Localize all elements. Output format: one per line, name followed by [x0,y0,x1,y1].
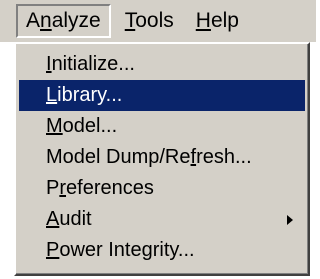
menu-item-preferences-label: Preferences [46,177,154,199]
menu-item-power-integrity[interactable]: Power Integrity... [19,235,305,266]
menu-item-model[interactable]: Model... [19,111,305,142]
menu-item-power-integrity-label: Power Integrity... [46,239,195,261]
app-screen: Analyze Tools Help Initialize... Library… [0,0,316,279]
menu-item-library-label: Library... [46,84,123,106]
menu-help-label: Help [195,9,239,32]
menu-item-model-label: Model... [46,115,118,137]
menu-item-model-dump-refresh-label: Model Dump/Refresh... [46,146,252,168]
menu-analyze[interactable]: Analyze [16,4,111,38]
menu-item-audit-label: Audit [46,208,92,230]
menu-item-preferences[interactable]: Preferences [19,173,305,204]
submenu-arrow-icon [287,215,293,225]
menu-tools-label: Tools [124,9,174,32]
analyze-dropdown-menu: Initialize... Library... Model... Model … [14,42,310,276]
menu-item-initialize-label: Initialize... [46,53,135,75]
menu-item-audit[interactable]: Audit [19,204,305,235]
menu-bar: Analyze Tools Help [0,0,316,42]
menu-help[interactable]: Help [188,4,247,38]
menu-item-library[interactable]: Library... [19,80,305,111]
menu-item-model-dump-refresh[interactable]: Model Dump/Refresh... [19,142,305,173]
menu-tools[interactable]: Tools [117,4,182,38]
menu-item-initialize[interactable]: Initialize... [19,49,305,80]
menu-analyze-label: Analyze [26,9,101,32]
